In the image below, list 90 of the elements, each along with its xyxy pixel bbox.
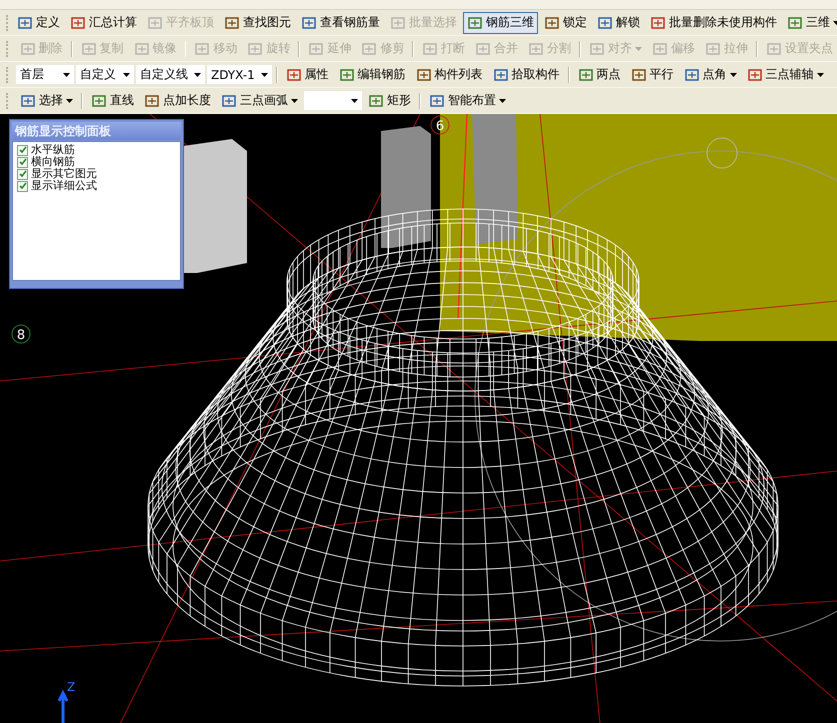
tool-icon — [578, 66, 594, 82]
dropdown-button[interactable]: 点角 — [680, 64, 741, 86]
tool-icon — [416, 66, 432, 82]
option-label[interactable]: 水平纵筋 — [31, 144, 75, 156]
tool-icon — [766, 40, 782, 56]
dropdown-button[interactable]: 三点辅轴 — [742, 64, 828, 86]
toolbar-button[interactable]: 查看钢筋量 — [297, 12, 384, 34]
dropdown-field[interactable]: 自定义线 — [136, 65, 205, 84]
option-label[interactable]: 显示其它图元 — [31, 168, 97, 180]
tool-icon — [70, 14, 86, 30]
toolbar-button[interactable]: 点加长度 — [140, 90, 215, 112]
tool-icon — [684, 66, 700, 82]
toolbar-button[interactable]: 拾取构件 — [488, 64, 564, 86]
caret-icon — [816, 72, 824, 76]
caret-icon — [66, 98, 73, 102]
dropdown-field[interactable]: ZDYX-1 — [207, 65, 272, 84]
toolbar-button[interactable]: 汇总计算 — [66, 12, 141, 34]
tool-icon — [528, 40, 544, 56]
tool-icon — [338, 66, 355, 82]
caret-icon — [63, 72, 70, 76]
toolbar-button[interactable]: 查找图元 — [220, 12, 295, 34]
tool-icon — [544, 14, 560, 30]
dropdown-button[interactable]: 三维 — [783, 12, 837, 34]
toolbar-button[interactable]: 编辑钢筋 — [334, 64, 410, 86]
checkbox[interactable] — [17, 144, 28, 156]
tool-icon — [221, 92, 237, 108]
option-label[interactable]: 显示详细公式 — [31, 180, 97, 192]
tool-icon — [301, 14, 317, 30]
tool-icon — [247, 40, 264, 56]
dropdown-field[interactable] — [304, 91, 362, 110]
dropdown-button[interactable]: 智能布置 — [425, 90, 510, 112]
caret-icon — [260, 72, 268, 76]
caret-icon — [351, 98, 358, 102]
checkbox[interactable] — [17, 180, 28, 192]
tool-icon — [650, 14, 666, 30]
toolbar-button[interactable]: 矩形 — [364, 90, 415, 112]
tool-icon — [224, 14, 240, 30]
toolbar-button[interactable]: 锁定 — [540, 12, 591, 34]
tool-icon — [361, 40, 378, 56]
checkbox[interactable] — [17, 168, 28, 180]
tool-icon — [308, 40, 324, 56]
axis-label: 8 — [16, 328, 26, 343]
tool-icon — [91, 92, 107, 108]
toolbar-button[interactable]: 批量删除未使用构件 — [646, 12, 781, 34]
caret-icon — [194, 72, 201, 76]
tool-icon — [144, 92, 160, 108]
tool-icon — [20, 40, 36, 56]
tool-icon — [705, 40, 722, 56]
dropdown-button[interactable]: 三点画弧 — [217, 90, 302, 112]
toolbar-button[interactable]: 构件列表 — [412, 64, 487, 86]
tool-icon — [194, 40, 210, 56]
tool-icon — [17, 14, 33, 30]
tool-icon — [630, 66, 647, 82]
tool-icon — [597, 14, 613, 30]
axis-label: Z — [67, 680, 76, 694]
toolbar-button[interactable]: 解锁 — [593, 12, 644, 34]
toolbar-button[interactable]: 钢筋三维 — [463, 12, 538, 34]
panel-title: 钢筋显示控制面板 — [12, 122, 181, 140]
tool-icon — [80, 40, 97, 56]
axis-label: 6 — [436, 119, 444, 134]
tool-icon — [390, 14, 406, 30]
dropdown-field[interactable]: 自定义 — [76, 65, 134, 84]
toolbar-button[interactable]: 属性 — [282, 64, 333, 86]
tool-icon — [492, 66, 509, 82]
tool-icon — [467, 14, 483, 30]
tool-icon — [652, 40, 668, 56]
tool-icon — [20, 92, 36, 108]
tool-icon — [286, 66, 302, 82]
tool-icon — [422, 40, 438, 56]
tool-icon — [368, 92, 384, 108]
checkbox[interactable] — [17, 156, 28, 168]
dropdown-field[interactable]: 首层 — [16, 65, 74, 84]
toolbar-button[interactable]: 平行 — [626, 64, 678, 86]
tool-icon — [475, 40, 492, 56]
caret-icon — [730, 72, 737, 76]
tool-icon — [134, 40, 150, 56]
option-label[interactable]: 横向钢筋 — [31, 156, 75, 168]
caret-icon — [123, 72, 130, 76]
caret-icon — [635, 46, 642, 50]
caret-icon — [291, 98, 298, 102]
tool-icon — [429, 92, 445, 108]
tool-icon — [746, 66, 763, 82]
toolbar-button[interactable]: 直线 — [87, 90, 138, 112]
toolbar-button[interactable]: 定义 — [13, 12, 64, 34]
dropdown-button[interactable]: 选择 — [16, 90, 77, 112]
toolbar-button[interactable]: 两点 — [574, 64, 625, 86]
tool-icon — [589, 40, 606, 56]
tool-icon — [147, 14, 163, 30]
caret-icon — [499, 98, 506, 102]
tool-icon — [787, 14, 803, 30]
